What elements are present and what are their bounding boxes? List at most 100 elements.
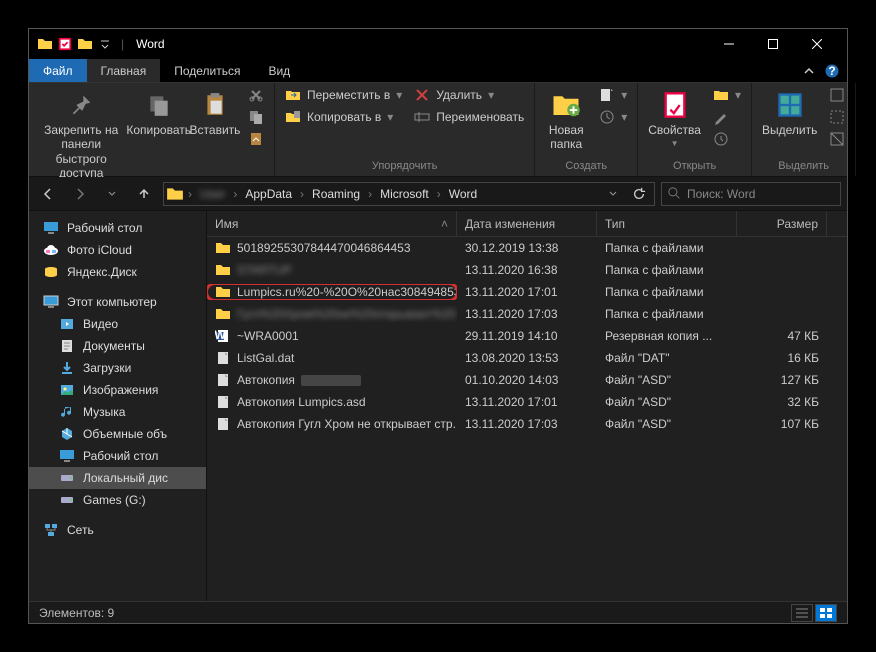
sidebar-item[interactable]: Изображения [29, 379, 206, 401]
sidebar-item[interactable]: Видео [29, 313, 206, 335]
edit-button[interactable] [709, 107, 733, 127]
sidebar-item[interactable]: Рабочий стол [29, 445, 206, 467]
cut-button[interactable] [244, 85, 268, 105]
folder-icon [37, 36, 53, 52]
qat: | [37, 36, 128, 52]
col-date[interactable]: Дата изменения [457, 211, 597, 236]
select-all-button[interactable]: Выделить [758, 85, 821, 141]
col-name[interactable]: Имя˄ [207, 211, 457, 236]
sidebar-item[interactable]: Локальный дис [29, 467, 206, 489]
file-row[interactable]: Автокопия Lumpics.asd13.11.2020 17:01Фай… [207, 391, 847, 413]
tab-home[interactable]: Главная [87, 59, 161, 82]
docs-icon [59, 338, 75, 354]
search-box[interactable]: Поиск: Word [661, 182, 841, 206]
file-size: 16 КБ [737, 351, 827, 365]
paste-icon [199, 89, 231, 121]
organize-group-label: Упорядочить [281, 160, 528, 174]
file-row[interactable]: Гугл%20Хром%20не%20открывает%2013.11.202… [207, 303, 847, 325]
properties-icon [659, 89, 691, 121]
sidebar-item[interactable]: Сеть [29, 519, 206, 541]
help-icon[interactable]: ? [825, 64, 839, 78]
copy-button[interactable]: Копировать [131, 85, 186, 141]
select-all-btn[interactable] [825, 85, 849, 105]
new-folder-button[interactable]: Новая папка [541, 85, 591, 156]
copy-to-button[interactable]: Копировать в▾ [281, 107, 397, 127]
properties-button[interactable]: Свойства ▼ [644, 85, 705, 153]
file-name: 50189255307844470046864453 [237, 241, 411, 255]
file-row[interactable]: Автокопия Гугл Хром не открывает стр...1… [207, 413, 847, 435]
rename-button[interactable]: Переименовать [410, 107, 528, 127]
breadcrumb-dropdown[interactable] [600, 182, 626, 206]
sidebar-item[interactable]: Games (G:) [29, 489, 206, 511]
file-row[interactable]: STARTUP13.11.2020 16:38Папка с файлами [207, 259, 847, 281]
file-row[interactable]: Lumpics.ru%20-%20О%20нас30849485313.11.2… [207, 281, 847, 303]
qat-dropdown-icon[interactable] [97, 36, 113, 52]
breadcrumb-word[interactable]: Word [443, 183, 483, 205]
select-none-btn[interactable] [825, 107, 849, 127]
file-list[interactable]: 50189255307844470046864453 30.12.2019 13:… [207, 237, 847, 601]
drive-icon [59, 470, 75, 486]
file-date: 13.08.2020 13:53 [457, 351, 597, 365]
maximize-button[interactable] [751, 29, 795, 59]
easy-access-button[interactable]: ▾ [595, 107, 631, 127]
sidebar-item[interactable]: Яндекс.Диск [29, 261, 206, 283]
refresh-button[interactable] [626, 182, 652, 206]
pin-icon [65, 89, 97, 121]
new-item-button[interactable]: ▾ [595, 85, 631, 105]
qat-folder-icon[interactable] [77, 36, 93, 52]
tab-file[interactable]: Файл [29, 59, 87, 82]
up-button[interactable] [131, 181, 157, 207]
file-row[interactable]: Автокопия01.10.2020 14:03Файл "ASD"127 К… [207, 369, 847, 391]
file-list-panel: Имя˄ Дата изменения Тип Размер 501892553… [207, 211, 847, 601]
breadcrumb-roaming[interactable]: Roaming [306, 183, 366, 205]
sidebar-item[interactable]: Рабочий стол [29, 217, 206, 239]
back-button[interactable] [35, 181, 61, 207]
icloud-icon [43, 242, 59, 258]
sidebar-item[interactable]: Объемные объ [29, 423, 206, 445]
collapse-ribbon-icon[interactable] [803, 65, 815, 77]
file-row[interactable]: 50189255307844470046864453 30.12.2019 13:… [207, 237, 847, 259]
invert-selection-btn[interactable] [825, 129, 849, 149]
minimize-button[interactable] [707, 29, 751, 59]
file-size: 47 КБ [737, 329, 827, 343]
pin-button[interactable]: Закрепить на панели быстрого доступа [35, 85, 127, 185]
sidebar-item[interactable]: Документы [29, 335, 206, 357]
forward-button[interactable] [67, 181, 93, 207]
sidebar-item[interactable]: Загрузки [29, 357, 206, 379]
folder-icon [215, 262, 231, 278]
file-name: Lumpics.ru%20-%20О%20нас308494853 [237, 285, 457, 299]
file-date: 30.12.2019 13:38 [457, 241, 597, 255]
delete-button[interactable]: Удалить▾ [410, 85, 498, 105]
sidebar[interactable]: Рабочий столФото iCloudЯндекс.ДискЭтот к… [29, 211, 207, 601]
breadcrumb-appdata[interactable]: AppData [239, 183, 298, 205]
copy-to-icon [285, 109, 301, 125]
tab-share[interactable]: Поделиться [160, 59, 254, 82]
paste-button[interactable]: Вставить [190, 85, 240, 141]
file-row[interactable]: ListGal.dat13.08.2020 13:53Файл "DAT"16 … [207, 347, 847, 369]
breadcrumb-bar[interactable]: › User › AppData › Roaming › Microsoft ›… [163, 182, 655, 206]
sidebar-item[interactable]: Фото iCloud [29, 239, 206, 261]
icons-view-button[interactable] [815, 604, 837, 622]
tab-view[interactable]: Вид [254, 59, 304, 82]
copy-path-button[interactable] [244, 107, 268, 127]
recent-dropdown[interactable] [99, 181, 125, 207]
col-size[interactable]: Размер [737, 211, 827, 236]
item-count: Элементов: 9 [39, 606, 114, 620]
open-button[interactable]: ▾ [709, 85, 745, 105]
details-view-button[interactable] [791, 604, 813, 622]
qat-prop-icon[interactable] [57, 36, 73, 52]
address-bar: › User › AppData › Roaming › Microsoft ›… [29, 177, 847, 211]
breadcrumb-microsoft[interactable]: Microsoft [374, 183, 435, 205]
sidebar-item[interactable]: Музыка [29, 401, 206, 423]
history-button[interactable] [709, 129, 733, 149]
sidebar-item[interactable]: Этот компьютер [29, 291, 206, 313]
new-folder-icon [550, 89, 582, 121]
move-to-button[interactable]: Переместить в▾ [281, 85, 406, 105]
paste-shortcut-button[interactable] [244, 129, 268, 149]
breadcrumb-user[interactable]: User [194, 183, 231, 205]
folder-icon [166, 185, 184, 203]
file-name: Автокопия [237, 373, 295, 387]
file-row[interactable]: W~WRA000129.11.2019 14:10Резервная копия… [207, 325, 847, 347]
col-type[interactable]: Тип [597, 211, 737, 236]
close-button[interactable] [795, 29, 839, 59]
